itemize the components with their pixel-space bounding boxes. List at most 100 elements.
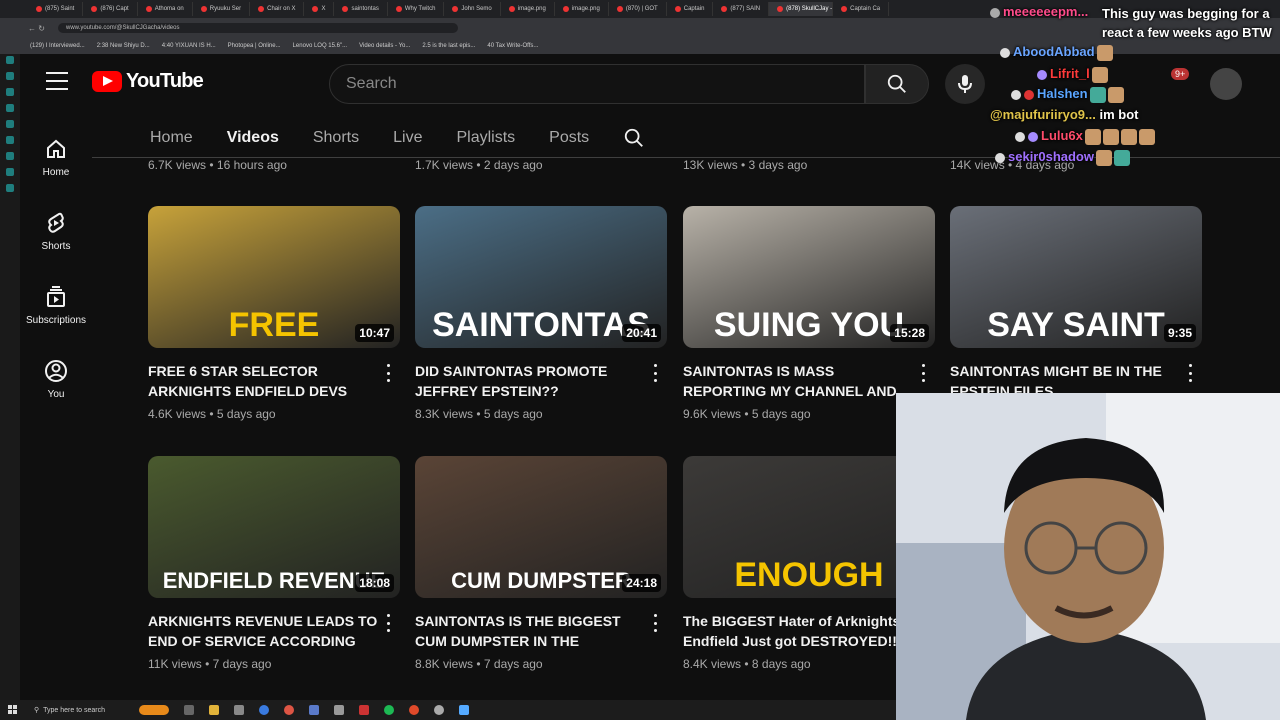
webcam-overlay [896, 393, 1280, 720]
stream-chat-overlay: meeeeeepm... This guy was begging for a … [985, 0, 1280, 180]
tab-videos[interactable]: Videos [227, 120, 279, 156]
browser-tab[interactable]: Captain Ca [833, 2, 890, 16]
pinned-app-icon[interactable] [409, 705, 419, 715]
video-meta: 6.7K views • 16 hours ago [148, 158, 287, 172]
avatar[interactable] [1210, 68, 1242, 100]
youtube-logo[interactable]: YouTube [92, 70, 204, 93]
more-options-icon[interactable] [1182, 364, 1198, 382]
video-title[interactable]: SAINTONTAS IS THE BIGGEST CUM DUMPSTER I… [415, 611, 645, 651]
video-card[interactable]: CUM DUMPSTER 24:18 SAINTONTAS IS THE BIG… [415, 456, 667, 671]
chat-message: Lifrit_l [1037, 66, 1108, 83]
browser-tab[interactable]: (870) | GOT [609, 2, 667, 16]
tab-shorts[interactable]: Shorts [313, 120, 359, 156]
chat-message: Halshen [1011, 86, 1124, 103]
pinned-app-icon[interactable] [139, 705, 169, 715]
video-thumbnail[interactable]: FREE 10:47 [148, 206, 400, 348]
nav-home[interactable]: Home [20, 120, 92, 194]
video-thumbnail[interactable]: SAY SAINT 9:35 [950, 206, 1202, 348]
windows-taskbar: ⚲ Type here to search [0, 700, 896, 720]
pinned-app-icon[interactable] [234, 705, 244, 715]
chat-message: Lulu6x [1015, 128, 1155, 145]
search-input[interactable]: Search [329, 64, 865, 104]
pinned-app-icon[interactable] [359, 705, 369, 715]
file-explorer-icon[interactable] [209, 705, 219, 715]
browser-tab[interactable]: (878) SkullCJay - Yo [769, 2, 834, 16]
video-meta: 13K views • 3 days ago [683, 158, 808, 172]
taskbar-search[interactable]: ⚲ Type here to search [34, 703, 124, 717]
channel-search-icon[interactable] [623, 127, 645, 149]
chrome-icon[interactable] [259, 705, 269, 715]
back-forward-icon[interactable]: ← ↻ [28, 24, 58, 33]
video-title[interactable]: DID SAINTONTAS PROMOTE JEFFREY EPSTEIN?? [415, 361, 645, 401]
video-duration: 9:35 [1163, 324, 1196, 342]
browser-tab-label: image.png [571, 6, 600, 12]
browser-tab[interactable]: saintontas [334, 2, 388, 16]
bookmark-item[interactable]: 2.5 is the last epis... [422, 43, 475, 49]
more-options-icon[interactable] [380, 364, 396, 382]
nav-shorts[interactable]: Shorts [20, 194, 92, 268]
video-card[interactable]: FREE 10:47 FREE 6 STAR SELECTOR ARKNIGHT… [148, 206, 400, 421]
pinned-app-icon[interactable] [459, 705, 469, 715]
browser-tab[interactable]: (877) SAIN [713, 2, 770, 16]
browser-tab-label: (876) Capt [100, 6, 129, 12]
bookmark-item[interactable]: 2:38 New Shiyu D... [97, 43, 150, 49]
nav-you[interactable]: You [20, 342, 92, 416]
video-card[interactable]: ENDFIELD REVENUE 18:08 ARKNIGHTS REVENUE… [148, 456, 400, 671]
video-card[interactable]: SAINTONTAS 20:41 DID SAINTONTAS PROMOTE … [415, 206, 667, 421]
spotify-icon[interactable] [384, 705, 394, 715]
browser-tab[interactable]: image.png [501, 2, 555, 16]
browser-tab[interactable]: Chair on X [250, 2, 305, 16]
windows-start-icon[interactable] [8, 705, 18, 715]
bookmark-item[interactable]: Lenovo LOQ 15.6"... [293, 43, 348, 49]
browser-tab[interactable]: Athoma on [138, 2, 193, 16]
hamburger-menu-icon[interactable] [46, 72, 68, 90]
tab-favicon-icon [312, 6, 319, 12]
video-card[interactable]: SUING YOU 15:28 SAINTONTAS IS MASS REPOR… [683, 206, 935, 421]
browser-tab[interactable]: (876) Capt [83, 2, 138, 16]
chat-message: AboodAbbad [1000, 44, 1113, 61]
tab-home[interactable]: Home [150, 120, 193, 156]
video-title[interactable]: SAINTONTAS IS MASS REPORTING MY CHANNEL … [683, 361, 913, 401]
browser-tab[interactable]: Ryuuku Ser [193, 2, 251, 16]
bookmark-item[interactable]: (129) I Interviewed... [30, 43, 85, 49]
browser-tab[interactable]: Why Twitch [388, 2, 445, 16]
browser-tab[interactable]: John Semo [444, 2, 501, 16]
bookmark-item[interactable]: 40 Tax Write-Offs... [487, 43, 538, 49]
video-thumbnail[interactable]: SUING YOU 15:28 [683, 206, 935, 348]
tab-playlists[interactable]: Playlists [456, 120, 515, 156]
video-title[interactable]: ARKNIGHTS REVENUE LEADS TO END OF SERVIC… [148, 611, 378, 651]
video-title[interactable]: The BIGGEST Hater of Arknights Endfield … [683, 611, 913, 651]
nav-subscriptions[interactable]: Subscriptions [20, 268, 92, 342]
bookmark-item[interactable]: Video details - Yo... [359, 43, 410, 49]
voice-search-button[interactable] [945, 64, 985, 104]
more-options-icon[interactable] [380, 614, 396, 632]
pinned-app-icon[interactable] [434, 705, 444, 715]
video-card[interactable]: SAY SAINT 9:35 SAINTONTAS MIGHT BE IN TH… [950, 206, 1202, 407]
pinned-app-icon[interactable] [334, 705, 344, 715]
video-duration: 10:47 [355, 324, 394, 342]
more-options-icon[interactable] [915, 364, 931, 382]
tab-posts[interactable]: Posts [549, 120, 589, 156]
chrome-icon[interactable] [284, 705, 294, 715]
video-meta: 4.6K views • 5 days ago [148, 407, 276, 421]
video-title[interactable]: FREE 6 STAR SELECTOR ARKNIGHTS ENDFIELD … [148, 361, 378, 401]
more-options-icon[interactable] [647, 614, 663, 632]
video-thumbnail[interactable]: ENDFIELD REVENUE 18:08 [148, 456, 400, 598]
browser-tab[interactable]: Captain [667, 2, 714, 16]
bookmark-item[interactable]: Photopea | Online... [228, 43, 281, 49]
browser-tab[interactable]: X [304, 2, 335, 16]
pinned-app-icon[interactable] [309, 705, 319, 715]
browser-tab[interactable]: (875) Saint [28, 2, 84, 16]
task-view-icon[interactable] [184, 705, 194, 715]
video-thumbnail[interactable]: CUM DUMPSTER 24:18 [415, 456, 667, 598]
search-button[interactable] [865, 64, 929, 104]
bookmark-item[interactable]: 4:40 YIXUAN IS H... [162, 43, 216, 49]
browser-tab[interactable]: image.png [555, 2, 609, 16]
tab-live[interactable]: Live [393, 120, 422, 156]
logo-text: YouTube [126, 70, 204, 92]
url-field[interactable]: www.youtube.com/@SkullCJGacha/videos [58, 23, 458, 33]
video-thumbnail[interactable]: SAINTONTAS 20:41 [415, 206, 667, 348]
video-meta: 11K views • 7 days ago [148, 657, 272, 671]
video-duration: 24:18 [622, 574, 661, 592]
more-options-icon[interactable] [647, 364, 663, 382]
